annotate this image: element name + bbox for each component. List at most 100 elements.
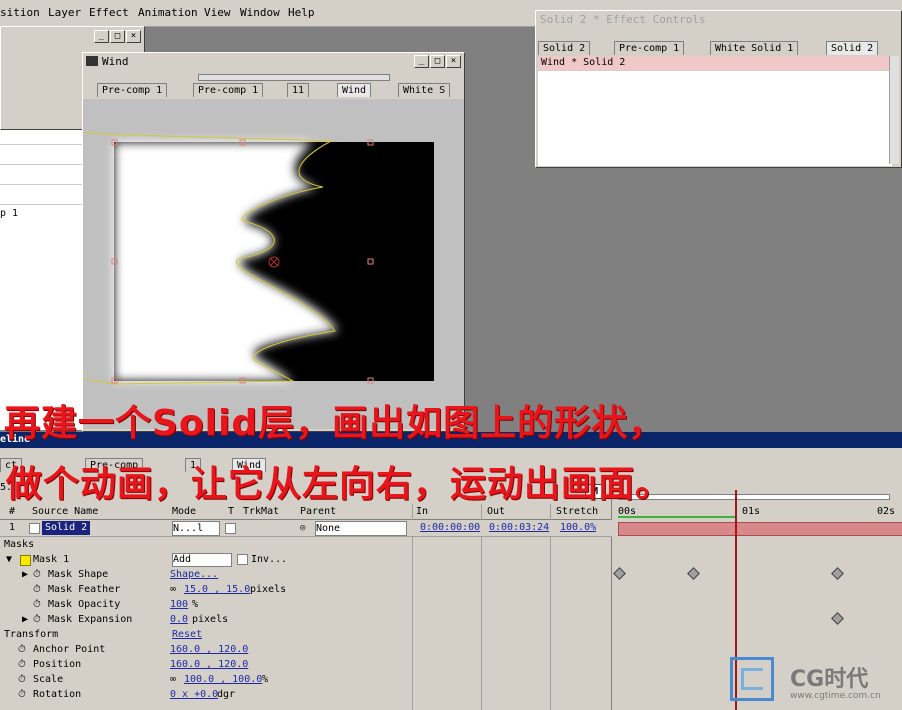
layer-duration-bar[interactable] xyxy=(618,522,902,536)
layer-properties: Masks ▼ Mask 1 Add Inv... ▶ ⏱ Mask Shape… xyxy=(0,537,612,710)
stopwatch-icon[interactable]: ⏱ xyxy=(33,567,41,582)
close-button[interactable]: × xyxy=(446,54,461,68)
mask-shape-value[interactable]: Shape... xyxy=(170,567,218,582)
keyframe-diamond[interactable] xyxy=(831,567,844,580)
anchor-point-value[interactable]: 160.0 , 120.0 xyxy=(170,642,248,657)
invert-checkbox[interactable] xyxy=(237,554,248,565)
stopwatch-icon[interactable]: ⏱ xyxy=(33,597,41,612)
stopwatch-icon[interactable]: ⏱ xyxy=(18,657,26,672)
menu-effect[interactable]: Effect xyxy=(89,6,129,19)
mask-feather-value[interactable]: 15.0 , 15.0 xyxy=(184,582,250,597)
mask-opacity-value[interactable]: 100 xyxy=(170,597,188,612)
prop-transform: Transform xyxy=(4,629,59,640)
layer-in-point[interactable]: 0:00:00:00 xyxy=(420,520,480,535)
project-item[interactable]: p 1 xyxy=(0,208,18,219)
tab-solid-2-active[interactable]: Solid 2 xyxy=(826,41,879,55)
transform-reset-link[interactable]: Reset xyxy=(172,627,202,642)
prop-rotation: Rotation xyxy=(33,689,82,700)
tab-white-solid-1[interactable]: White Solid 1 xyxy=(710,41,799,55)
tutorial-caption-line-2: 做个动画，让它从左向右，运动出画面。 xyxy=(6,464,673,505)
watermark-url: www.cgtime.com.cn xyxy=(790,691,881,701)
mask-1-twirl-icon[interactable]: ▼ xyxy=(6,552,12,567)
tab-wind[interactable]: Wind xyxy=(337,83,372,97)
rotation-unit: dgr xyxy=(217,689,236,700)
mask-expansion-twirl-icon[interactable]: ▶ xyxy=(22,612,28,627)
stopwatch-icon[interactable]: ⏱ xyxy=(33,612,41,627)
close-button[interactable]: × xyxy=(126,30,141,43)
watermark: CG时代 www.cgtime.com.cn xyxy=(730,655,895,707)
effect-controls-window: Solid 2 * Effect Controls Solid 2 Pre-co… xyxy=(535,10,902,168)
prop-mask-1: Mask 1 xyxy=(33,554,70,565)
mask-mode-select[interactable]: Add xyxy=(172,553,232,567)
stopwatch-icon[interactable]: ⏱ xyxy=(33,582,41,597)
stopwatch-icon[interactable]: ⏱ xyxy=(18,672,26,687)
prop-scale: Scale xyxy=(33,674,64,685)
menu-layer[interactable]: Layer xyxy=(48,6,81,19)
scale-value[interactable]: 100.0 , 100.0 xyxy=(184,672,262,687)
prop-mask-feather: Mask Feather xyxy=(48,584,121,595)
prop-position: Position xyxy=(33,659,82,670)
minimize-button[interactable]: _ xyxy=(94,30,109,43)
tab-pre-comp-1[interactable]: Pre-comp 1 xyxy=(97,83,168,97)
constrain-link-icon[interactable]: ∞ xyxy=(170,672,176,687)
keyframe-diamond[interactable] xyxy=(687,567,700,580)
keyframe-diamond[interactable] xyxy=(613,567,626,580)
scale-unit: % xyxy=(262,674,269,685)
comp-canvas xyxy=(84,132,434,385)
minimize-button[interactable]: _ xyxy=(414,54,429,68)
effect-scrollbar[interactable] xyxy=(889,56,899,164)
position-value[interactable]: 160.0 , 120.0 xyxy=(170,657,248,672)
menu-window[interactable]: Window xyxy=(240,6,280,19)
layer-number: 1 xyxy=(9,522,16,533)
prop-mask-opacity: Mask Opacity xyxy=(48,599,121,610)
menu-composition[interactable]: sition xyxy=(0,6,40,19)
ruler-01s: 01s xyxy=(742,506,761,517)
layer-row[interactable]: 1 Solid 2 N...l ◎ None 0:00:00:00 0:00:0… xyxy=(0,520,612,537)
layer-name[interactable]: Solid 2 xyxy=(42,521,91,535)
project-list: p 1 xyxy=(0,130,83,430)
menu-help[interactable]: Help xyxy=(288,6,315,19)
ruler-02s: 02s xyxy=(877,506,896,517)
mask-feather-unit: pixels xyxy=(250,584,287,595)
comp-scrollbar[interactable] xyxy=(198,74,390,81)
mask-opacity-unit: % xyxy=(192,599,199,610)
mask-expansion-value[interactable]: 0.0 xyxy=(170,612,188,627)
effect-layer-header: Wind * Solid 2 xyxy=(538,56,892,70)
constrain-link-icon[interactable]: ∞ xyxy=(170,582,176,597)
effect-controls-body xyxy=(538,71,892,166)
layer-color-swatch xyxy=(29,523,40,534)
tab-pre-comp[interactable]: Pre-comp 1 xyxy=(614,41,685,55)
layer-stretch[interactable]: 100.0% xyxy=(560,520,596,535)
mask-shape-twirl-icon[interactable]: ▶ xyxy=(22,567,28,582)
composition-window: Wind _ □ × Pre-comp 1 Pre-comp 1 11 Wind… xyxy=(82,52,465,432)
stopwatch-icon[interactable]: ⏱ xyxy=(18,642,26,657)
mask-color-swatch xyxy=(20,555,31,566)
prop-mask-shape: Mask Shape xyxy=(48,569,109,580)
tab-solid-2[interactable]: Solid 2 xyxy=(538,41,591,55)
tab-11[interactable]: 11 xyxy=(287,83,310,97)
menu-view[interactable]: View xyxy=(204,6,231,19)
tutorial-caption-line-1: 再建一个Solid层，画出如图上的形状， xyxy=(4,403,666,444)
keyframe-diamond[interactable] xyxy=(831,612,844,625)
prop-anchor-point: Anchor Point xyxy=(33,644,106,655)
menu-animation[interactable]: Animation xyxy=(138,6,198,19)
effect-tabs: Solid 2 Pre-comp 1 White Solid 1 Solid 2 xyxy=(538,41,901,55)
parent-select[interactable]: None xyxy=(315,521,407,536)
tab-pre-comp-1b[interactable]: Pre-comp 1 xyxy=(193,83,264,97)
project-window-buttons: _ □ × xyxy=(93,30,141,43)
stopwatch-icon[interactable]: ⏱ xyxy=(18,687,26,702)
maximize-button[interactable]: □ xyxy=(430,54,445,68)
comp-app-icon xyxy=(86,56,98,66)
rotation-value[interactable]: 0 x +0.0 xyxy=(170,687,218,702)
layer-mode-select[interactable]: N...l xyxy=(172,521,220,536)
effect-titlebar[interactable]: Solid 2 * Effect Controls xyxy=(536,11,901,27)
watermark-brand: CG时代 xyxy=(790,667,869,692)
parent-pickwhip-icon[interactable]: ◎ xyxy=(300,523,305,533)
comp-viewer[interactable] xyxy=(83,99,464,429)
layer-out-point[interactable]: 0:00:03:24 xyxy=(489,520,549,535)
invert-label: Inv... xyxy=(251,554,288,565)
tab-white-solid[interactable]: White S xyxy=(398,83,451,97)
comp-titlebar[interactable]: Wind _ □ × xyxy=(83,53,464,69)
preserve-transparency-checkbox[interactable] xyxy=(225,523,236,534)
maximize-button[interactable]: □ xyxy=(110,30,125,43)
